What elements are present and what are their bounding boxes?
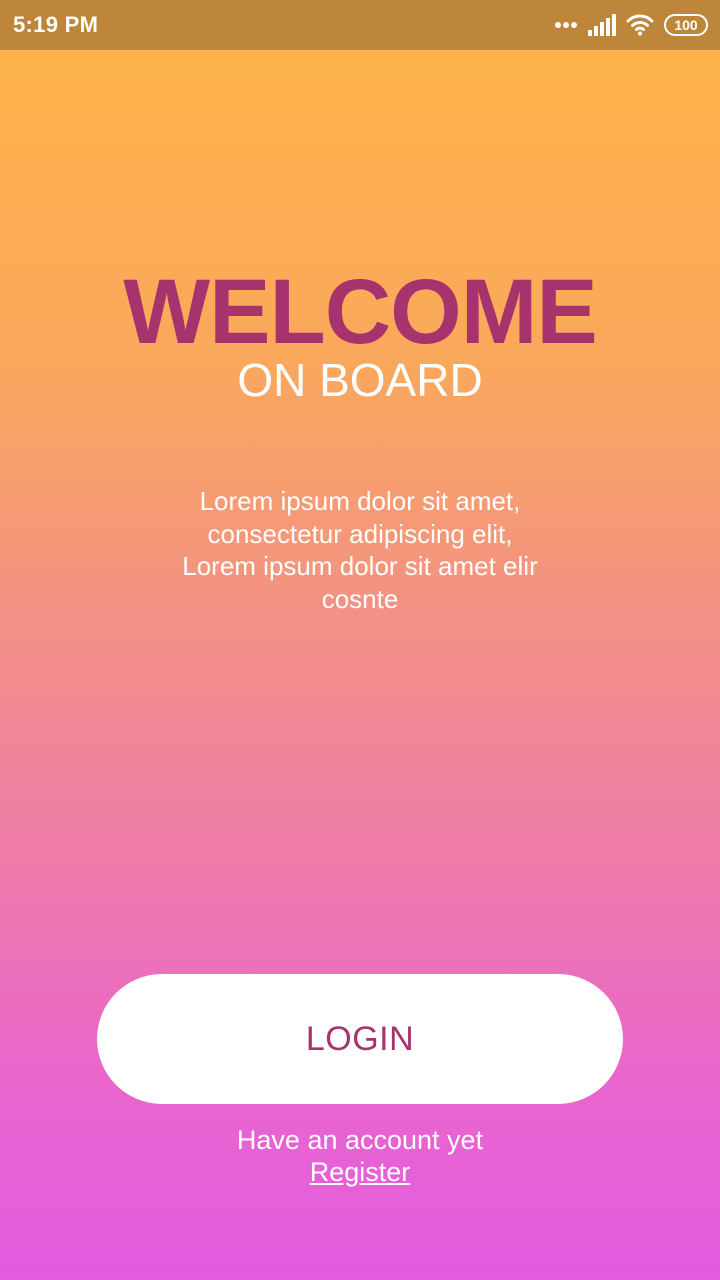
more-dots-icon — [554, 21, 578, 29]
signal-icon — [588, 14, 616, 36]
description-line: cosnte — [321, 583, 399, 614]
battery-level: 100 — [674, 17, 698, 33]
register-link[interactable]: Register — [0, 1156, 720, 1188]
description-line: Lorem ipsum dolor sit amet, — [199, 486, 521, 516]
status-icons: 100 — [554, 14, 708, 36]
onboarding-screen: 5:19 PM 100 WELCOME ON BOARD Lorem ipsum… — [0, 0, 720, 1280]
description-line: Lorem ipsum dolor sit amet elir — [182, 551, 538, 581]
status-time: 5:19 PM — [13, 12, 99, 37]
wifi-icon — [626, 14, 654, 36]
status-bar: 5:19 PM 100 — [0, 0, 720, 50]
description-line: consectetur adipiscing elit, — [207, 518, 513, 549]
description-text: Lorem ipsum dolor sit amet, consectetur … — [150, 485, 570, 615]
login-button[interactable]: LOGIN — [97, 974, 623, 1104]
welcome-title: WELCOME — [123, 261, 597, 363]
battery-icon: 100 — [664, 14, 708, 36]
account-prompt: Have an account yet — [236, 1125, 484, 1155]
onboard-subtitle: ON BOARD — [237, 354, 483, 406]
